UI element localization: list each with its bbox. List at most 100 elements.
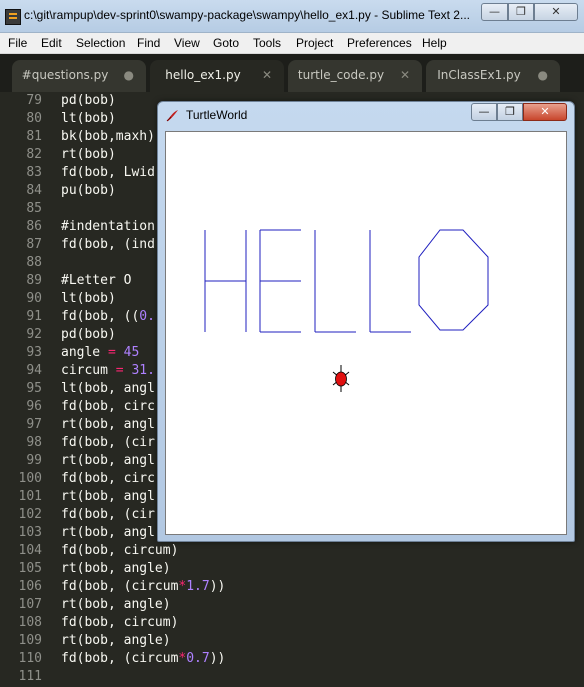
line-number: 92 bbox=[26, 327, 42, 342]
line-number: 106 bbox=[18, 579, 42, 594]
line-number: 96 bbox=[26, 399, 42, 414]
menu-preferences[interactable]: Preferences bbox=[347, 36, 412, 50]
menu-find[interactable]: Find bbox=[137, 36, 160, 50]
line-number: 105 bbox=[18, 561, 42, 576]
code-line[interactable]: 105 rt(bob, angle) bbox=[0, 561, 584, 579]
code-text: angle = 45 bbox=[61, 345, 140, 360]
line-number: 99 bbox=[26, 453, 42, 468]
code-line[interactable]: 108 fd(bob, circum) bbox=[0, 615, 584, 633]
line-number: 84 bbox=[26, 183, 42, 198]
code-line[interactable]: 109 rt(bob, angle) bbox=[0, 633, 584, 651]
tab-label: turtle_code.py bbox=[297, 68, 385, 82]
code-text: pd(bob) bbox=[61, 327, 116, 342]
code-line[interactable]: 107 rt(bob, angle) bbox=[0, 597, 584, 615]
line-number: 88 bbox=[26, 255, 42, 270]
menu-goto[interactable]: Goto bbox=[213, 36, 239, 50]
code-text: fd(bob, (circum*1.7)) bbox=[61, 579, 226, 594]
code-text: fd(bob, ((0. bbox=[61, 309, 155, 324]
tab-close-icon[interactable]: ✕ bbox=[262, 68, 272, 82]
code-text: rt(bob, angl bbox=[61, 453, 155, 468]
line-number: 91 bbox=[26, 309, 42, 324]
code-line[interactable]: 111 bbox=[0, 669, 584, 687]
code-line[interactable]: 104 fd(bob, circum) bbox=[0, 543, 584, 561]
turtle-close-button[interactable]: ✕ bbox=[523, 103, 567, 121]
code-text: fd(bob, circ bbox=[61, 471, 155, 486]
line-number: 87 bbox=[26, 237, 42, 252]
tab-label: hello_ex1.py bbox=[165, 68, 241, 82]
code-text: rt(bob, angl bbox=[61, 417, 155, 432]
code-line[interactable]: 106 fd(bob, (circum*1.7)) bbox=[0, 579, 584, 597]
line-number: 103 bbox=[18, 525, 42, 540]
code-text: fd(bob, (cir bbox=[61, 435, 155, 450]
line-number: 108 bbox=[18, 615, 42, 630]
code-text: rt(bob, angle) bbox=[61, 561, 171, 576]
code-text: rt(bob, angl bbox=[61, 489, 155, 504]
minimize-button[interactable]: — bbox=[481, 3, 508, 21]
line-number: 90 bbox=[26, 291, 42, 306]
tab-turtle-code[interactable]: turtle_code.py ✕ bbox=[288, 60, 422, 92]
menu-selection[interactable]: Selection bbox=[76, 36, 125, 50]
tab-close-icon[interactable]: ✕ bbox=[400, 68, 410, 82]
code-text: lt(bob) bbox=[61, 291, 116, 306]
line-number: 101 bbox=[18, 489, 42, 504]
code-text: bk(bob,maxh) bbox=[61, 129, 155, 144]
code-text: fd(bob, (circum*0.7)) bbox=[61, 651, 226, 666]
close-icon: ✕ bbox=[540, 105, 550, 118]
tab-questions[interactable]: #questions.py ● bbox=[12, 60, 146, 92]
menu-project[interactable]: Project bbox=[296, 36, 333, 50]
menu-view[interactable]: View bbox=[174, 36, 200, 50]
line-number: 79 bbox=[26, 93, 42, 108]
line-number: 82 bbox=[26, 147, 42, 162]
line-number: 81 bbox=[26, 129, 42, 144]
code-text: rt(bob, angle) bbox=[61, 633, 171, 648]
menu-tools[interactable]: Tools bbox=[253, 36, 281, 50]
maximize-icon: ❐ bbox=[505, 105, 515, 118]
line-number: 86 bbox=[26, 219, 42, 234]
line-number: 98 bbox=[26, 435, 42, 450]
line-number: 97 bbox=[26, 417, 42, 432]
code-text: #indentation bbox=[61, 219, 155, 234]
tab-inclassex1[interactable]: InClassEx1.py ● bbox=[426, 60, 560, 92]
line-number: 85 bbox=[26, 201, 42, 216]
close-button[interactable]: ✕ bbox=[534, 3, 578, 21]
unsaved-dot-icon: ● bbox=[123, 68, 134, 82]
line-number: 107 bbox=[18, 597, 42, 612]
line-number: 110 bbox=[18, 651, 42, 666]
code-text: fd(bob, circum) bbox=[61, 615, 179, 630]
line-number: 93 bbox=[26, 345, 42, 360]
window-title: c:\git\rampup\dev-sprint0\swampy-package… bbox=[24, 8, 470, 22]
menu-help[interactable]: Help bbox=[422, 36, 447, 50]
tab-label: InClassEx1.py bbox=[437, 68, 521, 82]
code-text: rt(bob) bbox=[61, 147, 116, 162]
sublime-text-icon bbox=[5, 9, 21, 25]
code-text: fd(bob, Lwid bbox=[61, 165, 155, 180]
line-number: 111 bbox=[18, 669, 42, 684]
title-bar: c:\git\rampup\dev-sprint0\swampy-package… bbox=[0, 0, 584, 33]
tk-feather-icon bbox=[166, 110, 178, 122]
menu-file[interactable]: File bbox=[8, 36, 27, 50]
unsaved-dot-icon: ● bbox=[537, 68, 548, 82]
code-text: #Letter O bbox=[61, 273, 132, 288]
turtle-minimize-button[interactable]: — bbox=[471, 103, 497, 121]
turtle-icon bbox=[332, 365, 350, 392]
code-text: pd(bob) bbox=[61, 93, 116, 108]
code-text: circum = 31. bbox=[61, 363, 155, 378]
turtleworld-window: TurtleWorld — ❐ ✕ bbox=[157, 101, 575, 542]
line-number: 102 bbox=[18, 507, 42, 522]
menu-edit[interactable]: Edit bbox=[41, 36, 62, 50]
turtleworld-title: TurtleWorld bbox=[186, 108, 248, 122]
tab-hello-ex1[interactable]: hello_ex1.py ✕ bbox=[150, 60, 284, 92]
line-number: 109 bbox=[18, 633, 42, 648]
code-text: pu(bob) bbox=[61, 183, 116, 198]
maximize-button[interactable]: ❐ bbox=[508, 3, 534, 21]
close-icon: ✕ bbox=[551, 5, 561, 18]
turtle-canvas[interactable] bbox=[165, 131, 567, 535]
line-number: 80 bbox=[26, 111, 42, 126]
turtle-maximize-button[interactable]: ❐ bbox=[497, 103, 523, 121]
tab-label: #questions.py bbox=[21, 68, 109, 82]
code-line[interactable]: 110 fd(bob, (circum*0.7)) bbox=[0, 651, 584, 669]
line-number: 100 bbox=[18, 471, 42, 486]
code-text: lt(bob) bbox=[61, 111, 116, 126]
code-text: lt(bob, angl bbox=[61, 381, 155, 396]
letter-o-octagon bbox=[418, 229, 489, 331]
